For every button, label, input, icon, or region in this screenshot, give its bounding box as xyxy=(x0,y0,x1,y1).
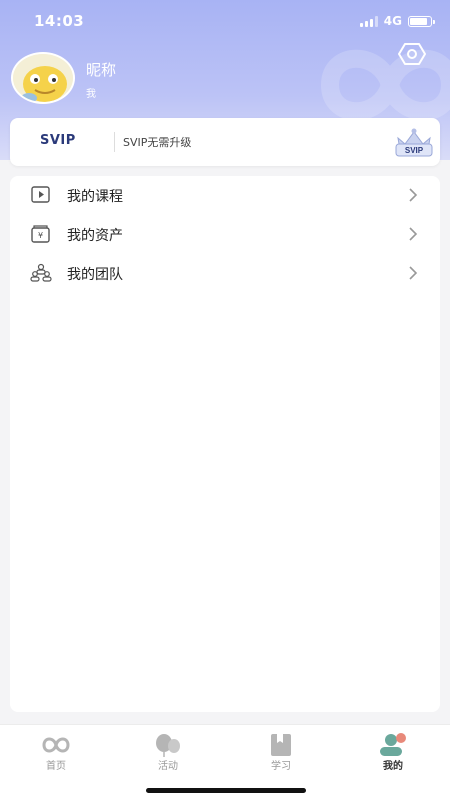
nickname[interactable]: 昵称 xyxy=(86,59,116,80)
crown-badge-icon: SVIP xyxy=(395,128,433,157)
home-indicator xyxy=(146,788,306,793)
menu-item-my-courses[interactable]: 我的课程 xyxy=(10,176,440,214)
menu-item-label: 我的资产 xyxy=(67,228,123,244)
tab-activity[interactable]: 活动 xyxy=(112,725,224,781)
tab-study[interactable]: 学习 xyxy=(225,725,337,781)
menu-item-label: 我的课程 xyxy=(67,189,123,205)
status-indicators: 4G xyxy=(359,14,435,28)
battery-icon xyxy=(408,15,435,27)
menu-item-my-assets[interactable]: ¥ 我的资产 xyxy=(10,215,440,253)
tab-label: 活动 xyxy=(158,761,178,772)
chevron-right-icon xyxy=(409,188,418,202)
svip-card[interactable]: SVIP SVIP无需升级 SVIP xyxy=(10,118,440,166)
profile-user-icon xyxy=(380,733,406,756)
menu-item-label: 我的团队 xyxy=(67,267,123,283)
svip-badge-text: SVIP xyxy=(405,146,424,155)
video-play-icon xyxy=(31,186,50,203)
tab-label: 学习 xyxy=(271,761,291,772)
chevron-right-icon xyxy=(409,227,418,241)
status-time: 14:03 xyxy=(34,12,85,30)
activity-balloons-icon xyxy=(156,734,180,757)
svip-label: SVIP xyxy=(40,133,76,148)
chevron-right-icon xyxy=(409,266,418,280)
profile-subtitle: 我 xyxy=(86,89,96,100)
menu-card: 我的课程 ¥ 我的资产 我的团队 xyxy=(10,176,440,712)
tab-label: 首页 xyxy=(46,761,66,772)
settings-hexagon-icon xyxy=(398,43,426,65)
bookmark-book-icon xyxy=(271,734,291,756)
wallet-yen-icon: ¥ xyxy=(31,225,50,243)
tab-label: 我的 xyxy=(383,761,403,772)
tab-mine[interactable]: 我的 xyxy=(337,725,449,781)
avatar[interactable] xyxy=(11,52,75,104)
tab-home[interactable]: 首页 xyxy=(0,725,112,781)
team-icon xyxy=(30,263,52,282)
svip-description: SVIP无需升级 xyxy=(123,136,192,149)
network-type: 4G xyxy=(383,14,402,28)
menu-item-my-team[interactable]: 我的团队 xyxy=(10,254,440,292)
settings-button[interactable] xyxy=(398,42,426,66)
svg-text:¥: ¥ xyxy=(38,231,43,240)
status-bar: 14:03 4G xyxy=(0,0,450,44)
signal-icon xyxy=(359,15,378,27)
home-infinity-icon xyxy=(42,737,70,753)
divider xyxy=(114,132,115,152)
